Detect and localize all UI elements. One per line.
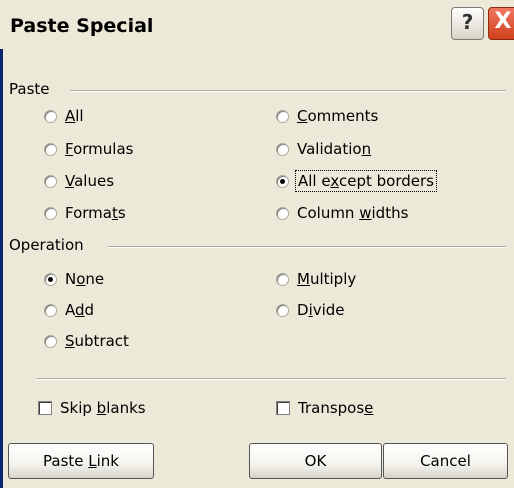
option-label: Comments: [297, 107, 379, 125]
radio-button: [44, 334, 57, 348]
option-label: Formulas: [65, 140, 134, 158]
operation-multiply-radio[interactable]: Multiply: [276, 268, 356, 290]
option-label: All: [65, 107, 84, 125]
operation-none-radio[interactable]: None: [44, 268, 104, 290]
paste-link-button[interactable]: Paste Link: [8, 443, 154, 479]
radio-button: [44, 303, 57, 317]
operation-divide-radio[interactable]: Divide: [276, 299, 345, 321]
option-label: Add: [65, 301, 95, 319]
paste-group-label: Paste: [9, 80, 56, 98]
paste-group-separator: [70, 90, 506, 92]
operation-subtract-radio[interactable]: Subtract: [44, 330, 129, 352]
option-label: Formats: [65, 204, 126, 222]
option-label: Transpose: [298, 399, 374, 417]
operation-add-radio[interactable]: Add: [44, 299, 94, 321]
transpose-checkbox[interactable]: Transpose: [276, 397, 373, 419]
paste-column-widths-radio[interactable]: Column widths: [276, 202, 408, 224]
option-label: None: [65, 270, 105, 288]
dialog-title: Paste Special: [10, 15, 154, 37]
paste-values-radio[interactable]: Values: [44, 170, 114, 192]
paste-validation-radio[interactable]: Validation: [276, 138, 371, 160]
option-label: Divide: [297, 301, 345, 319]
radio-button: [276, 109, 289, 123]
radio-button: [276, 272, 289, 286]
radio-button: [276, 142, 289, 156]
paste-all-except-borders-radio[interactable]: All except borders: [276, 170, 437, 192]
option-label: Subtract: [65, 332, 129, 350]
operation-group-label: Operation: [9, 236, 90, 254]
paste-formulas-radio[interactable]: Formulas: [44, 138, 133, 160]
radio-button: [44, 206, 57, 220]
checkbox: [38, 401, 52, 415]
help-icon: ?: [461, 10, 474, 34]
paste-comments-radio[interactable]: Comments: [276, 105, 378, 127]
button-label: OK: [304, 452, 327, 470]
operation-group-separator: [108, 246, 506, 248]
option-label: Multiply: [297, 270, 357, 288]
help-button[interactable]: ?: [451, 7, 484, 40]
radio-button: [44, 109, 57, 123]
option-label: Column widths: [297, 204, 409, 222]
option-label: All except borders: [295, 170, 437, 192]
option-label: Skip blanks: [60, 399, 146, 417]
button-label: Cancel: [420, 452, 471, 470]
option-label: Values: [65, 172, 115, 190]
close-icon: X: [494, 9, 512, 34]
options-separator: [37, 378, 506, 380]
ok-button[interactable]: OK: [249, 443, 382, 479]
radio-button: [276, 303, 289, 317]
cancel-button[interactable]: Cancel: [383, 443, 508, 479]
close-button[interactable]: X: [488, 7, 514, 40]
skip-blanks-checkbox[interactable]: Skip blanks: [38, 397, 146, 419]
radio-button-selected: [44, 272, 57, 286]
radio-button: [44, 174, 57, 188]
radio-button-selected: [276, 174, 289, 188]
button-label: Paste Link: [43, 452, 119, 470]
checkbox: [276, 401, 290, 415]
paste-formats-radio[interactable]: Formats: [44, 202, 126, 224]
radio-button: [44, 142, 57, 156]
title-bar: Paste Special ? X: [0, 0, 514, 49]
paste-all-radio[interactable]: All: [44, 105, 84, 127]
radio-button: [276, 206, 289, 220]
option-label: Validation: [297, 140, 372, 158]
